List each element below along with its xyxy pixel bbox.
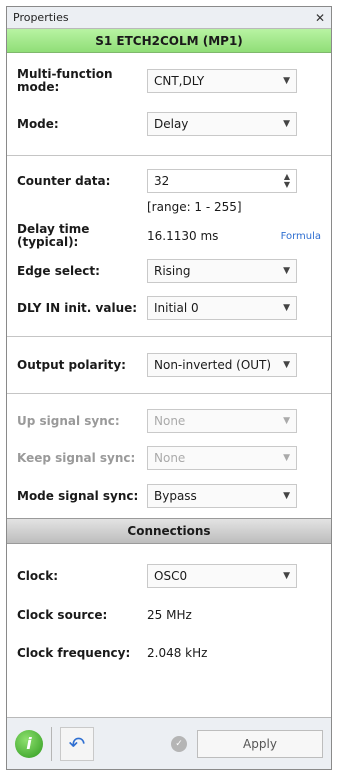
dly-init-label: DLY IN init. value: [17, 300, 138, 315]
up-sync-select[interactable]: None ▼ [147, 409, 297, 433]
mode-sync-value: Bypass [154, 489, 197, 503]
up-sync-label: Up signal sync: [17, 413, 120, 428]
mode-value: Delay [154, 117, 189, 131]
counter-stepper[interactable]: 32 ▲ ▼ [147, 169, 297, 193]
chevron-down-icon: ▼ [283, 491, 290, 501]
panel-titlebar: Properties ✕ [7, 7, 331, 29]
clock-frequency-value: 2.048 kHz [147, 646, 208, 660]
clock-value: OSC0 [154, 569, 188, 583]
component-title: S1 ETCH2COLM (MP1) [95, 33, 243, 48]
chevron-down-icon: ▼ [283, 360, 290, 370]
undo-icon[interactable]: ↶ [60, 726, 94, 761]
output-block: Output polarity: Non-inverted (OUT) ▼ [7, 337, 331, 394]
keep-sync-value: None [154, 451, 186, 465]
edge-select-label: Edge select: [17, 263, 100, 278]
apply-status-icon: ✓ [171, 735, 187, 752]
multi-function-value: CNT,DLY [154, 74, 205, 88]
edge-select[interactable]: Rising ▼ [147, 259, 297, 283]
chevron-down-icon: ▼ [283, 76, 290, 86]
component-header: S1 ETCH2COLM (MP1) [7, 29, 331, 53]
clock-label: Clock: [17, 568, 59, 583]
mode-label: Mode: [17, 116, 59, 131]
keep-sync-select[interactable]: None ▼ [147, 446, 297, 470]
output-polarity-select[interactable]: Non-inverted (OUT) ▼ [147, 353, 297, 377]
chevron-down-icon: ▼ [283, 416, 290, 426]
info-icon[interactable]: i [15, 729, 43, 758]
chevron-down-icon: ▼ [283, 119, 290, 129]
mode-select[interactable]: Delay ▼ [147, 112, 297, 136]
connections-header: Connections [7, 518, 331, 544]
output-polarity-label: Output polarity: [17, 357, 126, 372]
dly-init-value: Initial 0 [154, 301, 199, 315]
clock-source-value: 25 MHz [147, 608, 192, 622]
counter-label: Counter data: [17, 173, 111, 188]
delay-value: 16.1130 ms [147, 229, 219, 243]
edge-select-value: Rising [154, 264, 191, 278]
stepper-arrows-icon[interactable]: ▲ ▼ [284, 173, 290, 189]
dly-init-select[interactable]: Initial 0 ▼ [147, 296, 297, 320]
sync-block: Up signal sync: None ▼ Keep signal sync:… [7, 394, 331, 518]
apply-group: ✓ Apply [171, 729, 323, 758]
multi-function-label: Multi-function mode: [17, 67, 113, 94]
delay-label: Delay time (typical): [17, 222, 90, 249]
chevron-down-icon: ▼ [283, 266, 290, 276]
chevron-down-icon: ▼ [283, 453, 290, 463]
properties-panel: Properties ✕ S1 ETCH2COLM (MP1) Multi-fu… [6, 6, 332, 770]
chevron-down-icon: ▼ [283, 303, 290, 313]
function-block: Multi-function mode: CNT,DLY ▼ Mode: Del… [7, 53, 331, 156]
connections-block: Clock: OSC0 ▼ Clock source: 25 MHz Clock… [7, 544, 331, 672]
toolbar-divider [51, 726, 52, 761]
keep-sync-label: Keep signal sync: [17, 450, 136, 465]
multi-function-select[interactable]: CNT,DLY ▼ [147, 69, 297, 93]
close-icon[interactable]: ✕ [315, 11, 325, 25]
counter-block: Counter data: 32 ▲ ▼ [range: 1 - 255] Del… [7, 156, 331, 337]
output-polarity-value: Non-inverted (OUT) [154, 358, 272, 372]
counter-value: 32 [154, 174, 170, 188]
counter-range: [range: 1 - 255] [147, 200, 242, 214]
clock-source-label: Clock source: [17, 607, 108, 622]
mode-sync-label: Mode signal sync: [17, 488, 139, 503]
clock-frequency-label: Clock frequency: [17, 645, 131, 660]
bottom-toolbar: i ↶ ✓ Apply [7, 717, 331, 769]
clock-select[interactable]: OSC0 ▼ [147, 564, 297, 588]
mode-sync-select[interactable]: Bypass ▼ [147, 484, 297, 508]
apply-button[interactable]: Apply [197, 729, 323, 758]
connections-title: Connections [127, 524, 211, 538]
chevron-down-icon: ▼ [283, 571, 290, 581]
up-sync-value: None [154, 414, 186, 428]
formula-link[interactable]: Formula [281, 231, 321, 242]
panel-title: Properties [13, 11, 69, 24]
